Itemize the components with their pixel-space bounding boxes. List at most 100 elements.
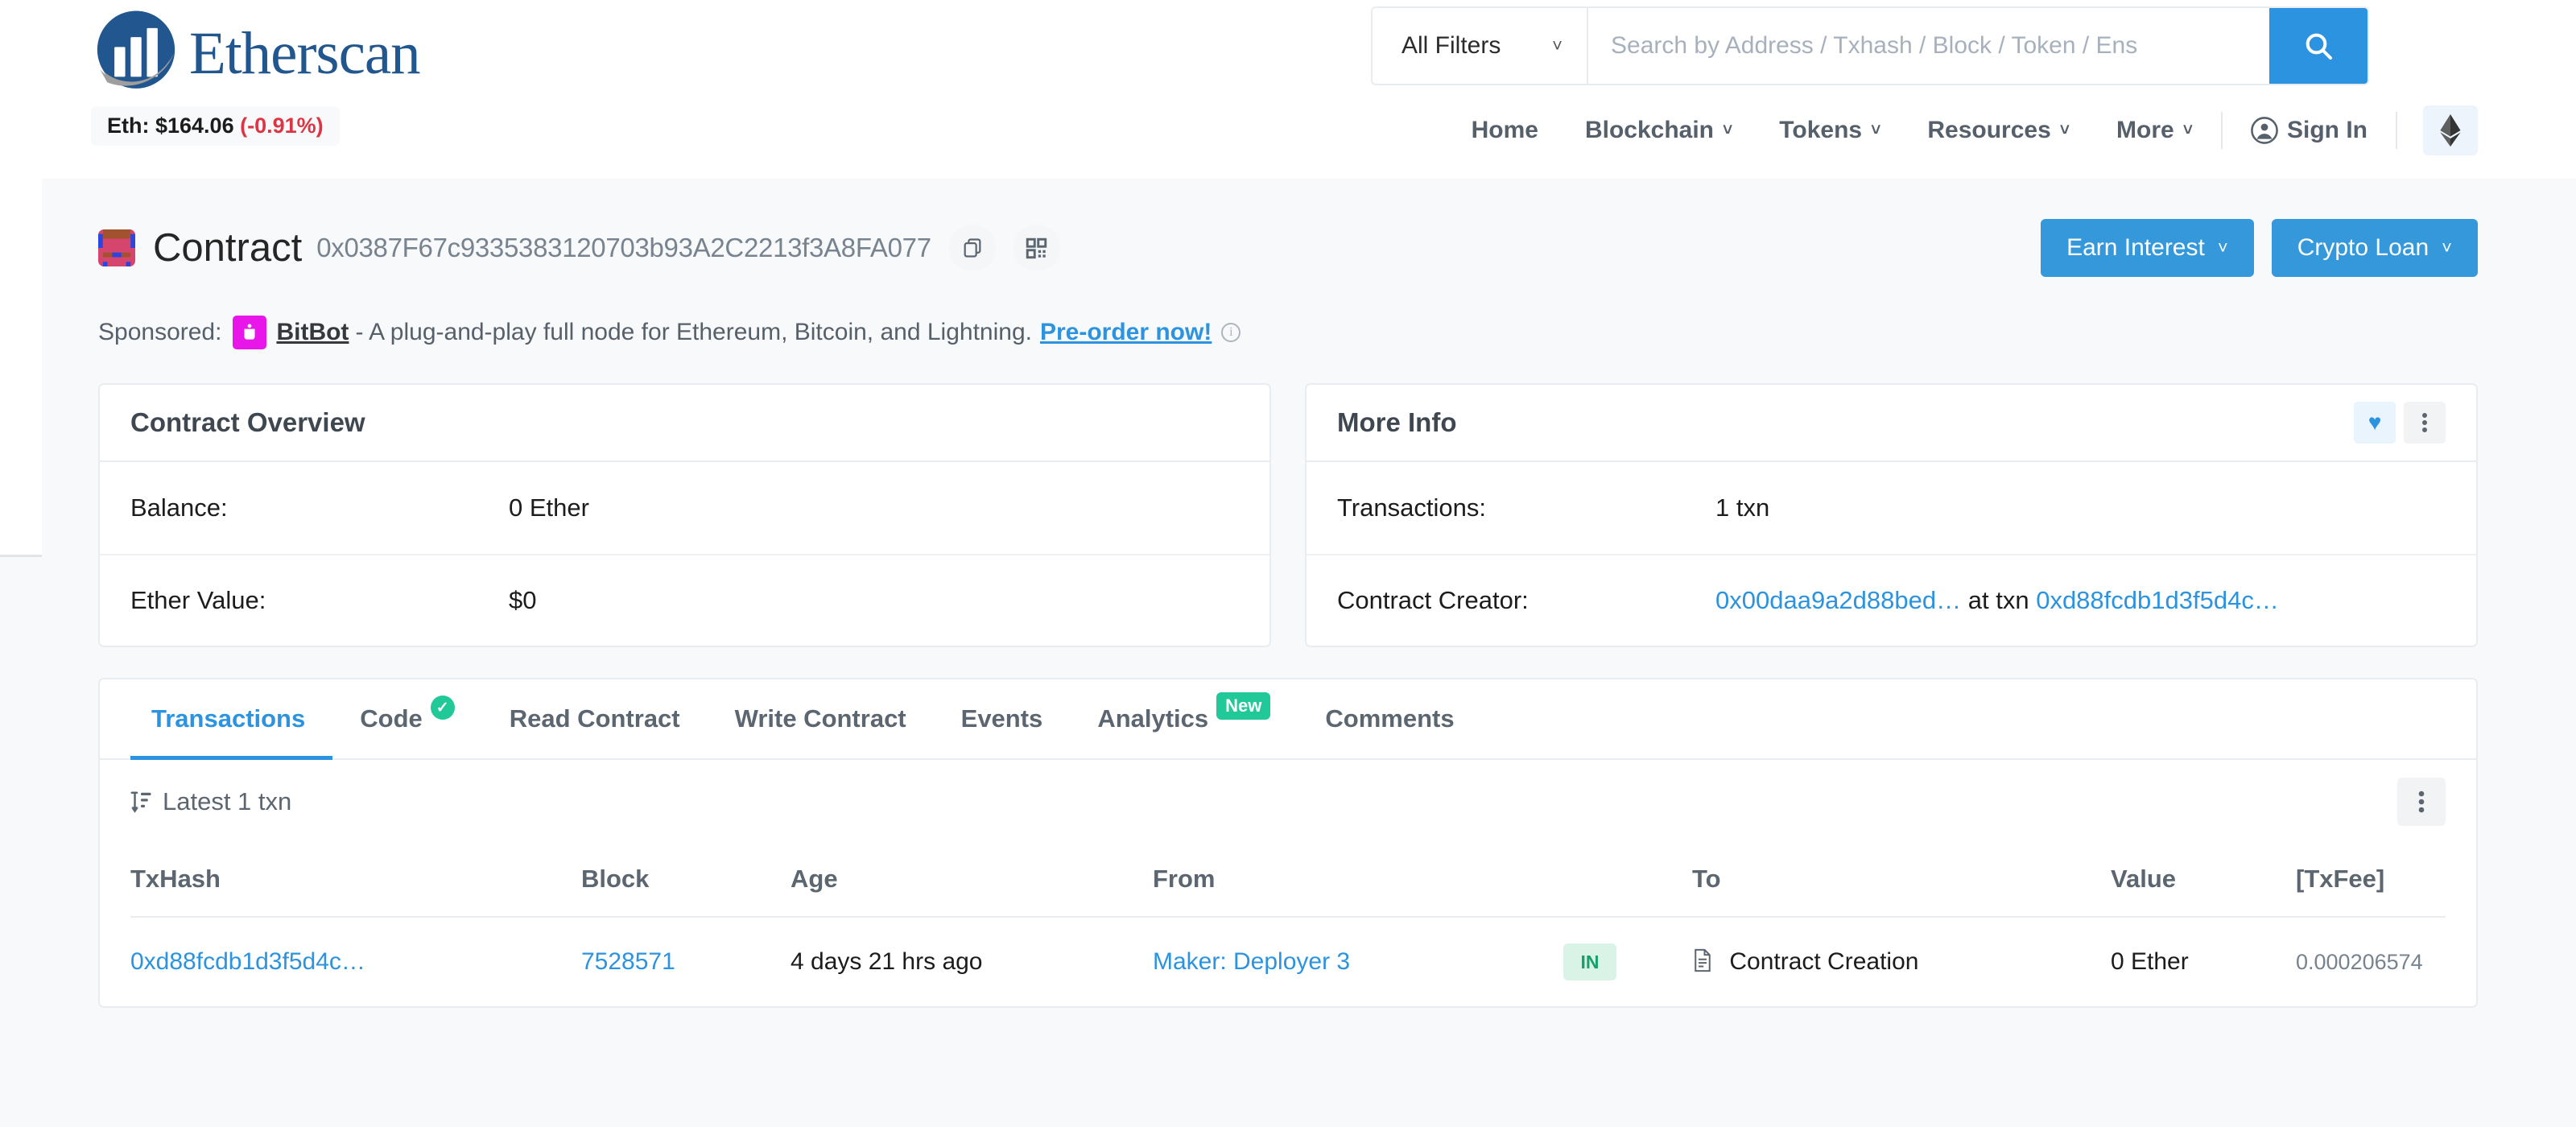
nav-divider (2396, 112, 2397, 149)
crypto-loan-button[interactable]: Crypto Loan ˅ (2272, 219, 2478, 277)
search-filter-select[interactable]: All Filters ˅ (1373, 8, 1588, 84)
nav-item-tokens[interactable]: Tokens ˅ (1756, 117, 1904, 144)
tab-transactions[interactable]: Transactions (130, 679, 332, 758)
ethereum-diamond-icon (2440, 114, 2461, 147)
sign-in-button[interactable]: Sign In (2227, 117, 2391, 144)
txlist-toolbar: Latest 1 txn (100, 760, 2476, 844)
more-info-title: More Info (1337, 407, 1456, 438)
cell-direction: IN (1563, 917, 1692, 1006)
main-navigation: Home Blockchain ˅ Tokens ˅ Resources ˅ M… (1448, 95, 2576, 166)
nav-divider (2221, 112, 2223, 149)
cell-age: 4 days 21 hrs ago (791, 917, 1153, 1006)
col-header-txfee[interactable]: [TxFee] (2296, 844, 2446, 917)
nav-item-home[interactable]: Home (1448, 117, 1562, 144)
contract-tabs: Transactions Code ✓ Read Contract Write … (100, 679, 2476, 760)
search-button[interactable] (2269, 8, 2368, 84)
nav-item-resources[interactable]: Resources ˅ (1904, 117, 2093, 144)
copy-icon (961, 237, 984, 259)
eth-network-button[interactable] (2423, 105, 2478, 155)
creator-txn-link[interactable]: 0xd88fcdb1d3f5d4c… (2036, 586, 2279, 614)
block-link[interactable]: 7528571 (581, 948, 675, 975)
tab-label-events: Events (961, 704, 1043, 733)
contract-creator-value: 0x00daa9a2d88bed… at txn 0xd88fcdb1d3f5d… (1715, 586, 2279, 615)
page-title: Contract (153, 225, 302, 270)
col-header-direction (1563, 844, 1692, 917)
col-header-from[interactable]: From (1153, 844, 1563, 917)
earn-interest-button[interactable]: Earn Interest ˅ (2041, 219, 2254, 277)
qr-code-icon (1026, 237, 1047, 259)
summary-cards: Contract Overview Balance: 0 Ether Ether… (98, 383, 2478, 647)
tab-code[interactable]: Code ✓ (332, 679, 482, 758)
chevron-down-icon: ˅ (2183, 121, 2193, 140)
more-info-header: More Info ♥ (1307, 385, 2476, 462)
chevron-down-icon: ˅ (2060, 121, 2070, 140)
bitbot-logo-icon (233, 316, 266, 349)
new-badge: New (1216, 692, 1270, 720)
sponsored-label: Sponsored: (98, 319, 221, 346)
sort-descending-icon (130, 790, 151, 814)
nav-label-tokens: Tokens (1779, 117, 1862, 144)
tab-comments[interactable]: Comments (1298, 679, 1481, 758)
page-content: Contract 0x0387F67c9335383120703b93A2C22… (0, 204, 2576, 1008)
col-header-txhash[interactable]: TxHash (130, 844, 581, 917)
chevron-down-icon: ˅ (2218, 237, 2228, 258)
sponsor-cta-link[interactable]: Pre-order now! (1040, 319, 1212, 346)
sponsor-text: - A plug-and-play full node for Ethereum… (355, 319, 1032, 346)
sponsor-brand-link[interactable]: BitBot (276, 319, 349, 346)
chevron-down-icon: ˅ (2442, 237, 2452, 258)
contract-overview-title: Contract Overview (130, 407, 365, 438)
site-logo[interactable]: Etherscan (91, 6, 420, 97)
nav-label-more: More (2116, 117, 2174, 144)
copy-address-button[interactable] (949, 225, 996, 271)
table-row: 0xd88fcdb1d3f5d4c… 7528571 4 days 21 hrs… (130, 917, 2446, 1006)
tab-read-contract[interactable]: Read Contract (482, 679, 708, 758)
page-edge-artifact (0, 179, 42, 557)
more-info-card: More Info ♥ Transactions: 1 txn C (1305, 383, 2478, 647)
eth-price-value: Eth: $164.06 (107, 114, 234, 138)
from-address-link[interactable]: Maker: Deployer 3 (1153, 948, 1350, 975)
nav-label-blockchain: Blockchain (1585, 117, 1714, 144)
cell-from: Maker: Deployer 3 (1153, 917, 1563, 1006)
transactions-label: Transactions: (1337, 493, 1715, 522)
site-logo-text: Etherscan (189, 23, 420, 84)
col-header-age[interactable]: Age (791, 844, 1153, 917)
address-identicon (98, 229, 135, 266)
more-info-menu-button[interactable] (2404, 402, 2446, 444)
col-header-to[interactable]: To (1692, 844, 2111, 917)
qr-code-button[interactable] (1013, 225, 1060, 271)
overview-row-balance: Balance: 0 Ether (100, 462, 1269, 554)
eth-price-change: (-0.91%) (240, 114, 324, 138)
txlist-menu-button[interactable] (2397, 778, 2446, 826)
col-header-value[interactable]: Value (2111, 844, 2296, 917)
nav-item-more[interactable]: More ˅ (2093, 117, 2216, 144)
more-info-actions: ♥ (2354, 402, 2446, 444)
contract-file-icon (1692, 948, 1713, 972)
chevron-down-icon: ˅ (1723, 121, 1732, 140)
tab-label-analytics: Analytics (1097, 704, 1208, 733)
info-circle-icon[interactable]: i (1221, 323, 1241, 342)
tab-label-read-contract: Read Contract (510, 704, 680, 733)
search-input[interactable] (1588, 8, 2269, 84)
txhash-link[interactable]: 0xd88fcdb1d3f5d4c… (130, 948, 365, 975)
ether-value-label: Ether Value: (130, 586, 509, 615)
search-bar: All Filters ˅ (1371, 6, 2369, 85)
heart-icon: ♥ (2368, 410, 2382, 436)
col-header-block[interactable]: Block (581, 844, 791, 917)
tab-write-contract[interactable]: Write Contract (708, 679, 934, 758)
eth-price-ticker[interactable]: Eth: $164.06 (-0.91%) (91, 106, 340, 146)
tab-label-transactions: Transactions (151, 704, 305, 733)
favorite-button[interactable]: ♥ (2354, 402, 2396, 444)
contract-overview-card: Contract Overview Balance: 0 Ether Ether… (98, 383, 1271, 647)
tab-analytics[interactable]: Analytics New (1070, 679, 1298, 758)
tab-events[interactable]: Events (934, 679, 1071, 758)
transactions-value: 1 txn (1715, 493, 1769, 522)
sponsored-banner: Sponsored: BitBot - A plug-and-play full… (98, 312, 2478, 353)
to-label: Contract Creation (1729, 948, 1918, 975)
tab-label-write-contract: Write Contract (735, 704, 906, 733)
etherscan-logo-icon (91, 6, 181, 97)
table-header-row: TxHash Block Age From To Value [TxFee] (130, 844, 2446, 917)
nav-item-blockchain[interactable]: Blockchain ˅ (1562, 117, 1756, 144)
creator-address-link[interactable]: 0x00daa9a2d88bed… (1715, 586, 1961, 614)
kebab-menu-icon (2421, 411, 2428, 435)
direction-badge: IN (1563, 943, 1616, 980)
